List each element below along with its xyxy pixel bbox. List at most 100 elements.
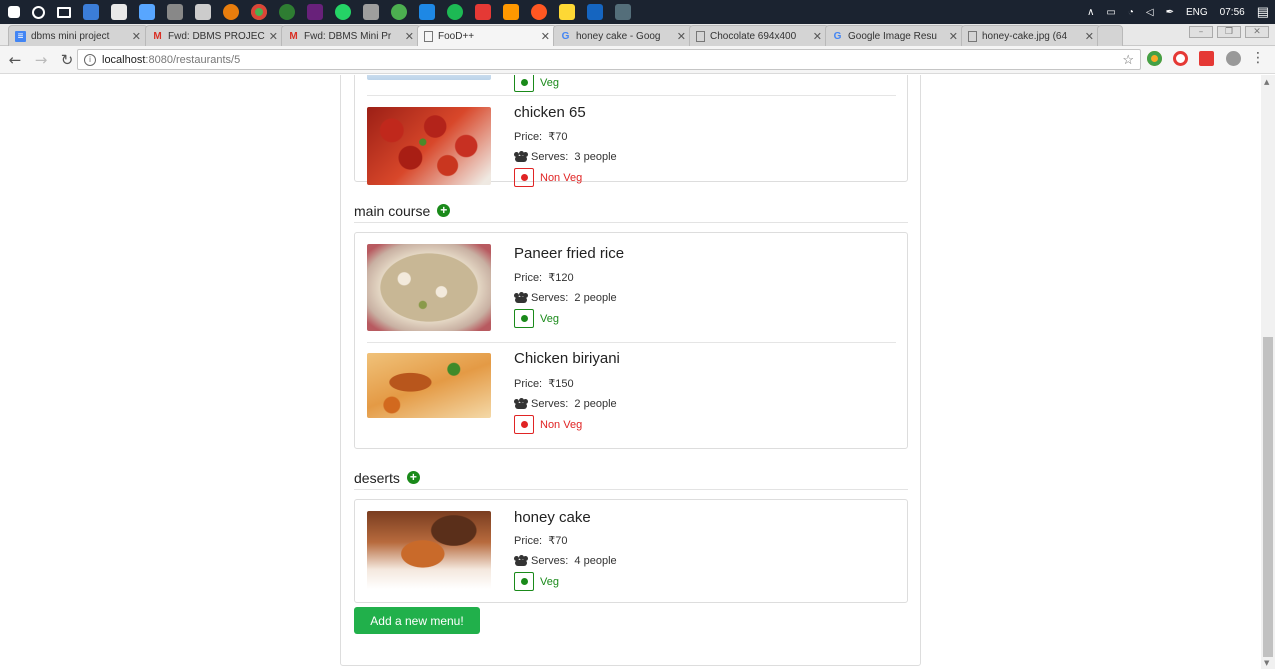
chevron-up-icon[interactable]: ∧ bbox=[1087, 7, 1094, 18]
app-icon[interactable] bbox=[195, 4, 211, 20]
tab-google-image-result[interactable]: G Google Image Resu ✕ bbox=[825, 25, 965, 46]
menu-item: Paneer fried rice Price: ₹120 Serves: 2 … bbox=[367, 233, 896, 341]
close-icon[interactable]: ✕ bbox=[541, 30, 550, 43]
app-icon[interactable] bbox=[615, 4, 631, 20]
forward-arrow-icon[interactable]: → bbox=[30, 49, 52, 71]
users-icon bbox=[514, 151, 528, 162]
app-icon[interactable] bbox=[475, 4, 491, 20]
scrollbar-thumb[interactable] bbox=[1263, 337, 1273, 657]
whatsapp-icon[interactable] bbox=[335, 4, 351, 20]
chrome-icon[interactable] bbox=[251, 4, 267, 20]
app-icon[interactable] bbox=[167, 4, 183, 20]
sublime-icon[interactable] bbox=[503, 4, 519, 20]
tab-honey-cake-jpg[interactable]: honey-cake.jpg (64 ✕ bbox=[961, 25, 1101, 46]
close-icon[interactable]: ✕ bbox=[132, 30, 141, 43]
app-icon[interactable] bbox=[83, 4, 99, 20]
veg-badge: Veg bbox=[514, 75, 559, 92]
notification-icon[interactable]: ▤ bbox=[1257, 4, 1269, 20]
dish-name: chicken 65 bbox=[514, 104, 586, 121]
language-indicator[interactable]: ENG bbox=[1186, 7, 1208, 18]
dish-serves: Serves: 2 people bbox=[514, 398, 617, 410]
windows-start-icon[interactable] bbox=[8, 6, 20, 18]
tab-dbms-mini-project[interactable]: ≡ dbms mini project ✕ bbox=[8, 25, 148, 46]
extension-icon[interactable] bbox=[1147, 51, 1162, 66]
wifi-icon[interactable]: ◔ bbox=[1128, 7, 1134, 18]
spotify-icon[interactable] bbox=[447, 4, 463, 20]
bookmark-star-icon[interactable]: ☆ bbox=[1122, 52, 1134, 68]
minimize-icon[interactable]: – bbox=[1189, 26, 1213, 38]
dish-name: Paneer fried rice bbox=[514, 245, 625, 262]
add-item-icon[interactable]: + bbox=[437, 204, 451, 217]
close-icon[interactable]: ✕ bbox=[1085, 30, 1094, 43]
menu-item: chicken 65 Price: ₹70 Serves: 3 people N… bbox=[367, 96, 896, 187]
blender-icon[interactable] bbox=[223, 4, 239, 20]
address-bar[interactable]: i localhost:8080/restaurants/5 ☆ bbox=[77, 49, 1141, 70]
dish-image bbox=[367, 75, 491, 80]
system-tray: ∧ ▭ ◔ ◁ ✒ ENG 07:56 ▤ bbox=[1081, 4, 1275, 20]
url-host: localhost bbox=[102, 53, 146, 66]
menu-item: honey cake Price: ₹70 Serves: 4 people V… bbox=[367, 500, 896, 602]
scroll-up-icon[interactable]: ▲ bbox=[1264, 78, 1269, 86]
close-icon[interactable]: ✕ bbox=[405, 30, 414, 43]
tab-fwd-dbms-project[interactable]: M Fwd: DBMS PROJEC ✕ bbox=[145, 25, 285, 46]
extension-icon[interactable] bbox=[1199, 51, 1214, 66]
dish-serves: Serves: 3 people bbox=[514, 151, 617, 163]
veg-badge: Veg bbox=[514, 309, 559, 328]
app-icon[interactable] bbox=[363, 4, 379, 20]
url-path: :8080/restaurants/5 bbox=[145, 53, 241, 66]
app-icon[interactable] bbox=[279, 4, 295, 20]
dish-image bbox=[367, 244, 491, 331]
users-icon bbox=[514, 555, 528, 566]
close-icon[interactable]: ✕ bbox=[269, 30, 278, 43]
nonveg-badge: Non Veg bbox=[514, 415, 582, 434]
extension-icon[interactable] bbox=[1226, 51, 1241, 66]
close-window-icon[interactable]: ✕ bbox=[1245, 26, 1269, 38]
nonveg-indicator-icon bbox=[514, 168, 534, 187]
mail-icon[interactable] bbox=[111, 4, 127, 20]
dish-image bbox=[367, 511, 491, 589]
clock[interactable]: 07:56 bbox=[1220, 7, 1245, 18]
dish-serves: Serves: 4 people bbox=[514, 555, 617, 567]
app-icon[interactable] bbox=[587, 4, 603, 20]
menu-card-deserts: honey cake Price: ₹70 Serves: 4 people V… bbox=[354, 499, 908, 603]
reload-icon[interactable]: ↻ bbox=[56, 49, 78, 71]
scroll-down-icon[interactable]: ▼ bbox=[1264, 659, 1269, 667]
users-icon bbox=[514, 292, 528, 303]
tab-honey-cake-google[interactable]: G honey cake - Goog ✕ bbox=[553, 25, 693, 46]
new-tab-button[interactable] bbox=[1097, 25, 1123, 46]
close-icon[interactable]: ✕ bbox=[949, 30, 958, 43]
restore-icon[interactable]: ❐ bbox=[1217, 26, 1241, 38]
opera-icon[interactable] bbox=[1173, 51, 1188, 66]
veg-badge: Veg bbox=[514, 572, 559, 591]
back-arrow-icon[interactable]: ← bbox=[4, 49, 26, 71]
tab-food[interactable]: FooD++ ✕ bbox=[417, 25, 557, 46]
visual-studio-icon[interactable] bbox=[307, 4, 323, 20]
page-viewport: Veg chicken 65 Price: ₹70 Serves: 3 peop… bbox=[0, 75, 1261, 669]
chrome-menu-icon[interactable]: ⋮ bbox=[1251, 51, 1265, 65]
volume-icon[interactable]: ◁ bbox=[1146, 7, 1154, 18]
menu-item: Chicken biriyani Price: ₹150 Serves: 2 p… bbox=[367, 343, 896, 448]
app-icon[interactable] bbox=[419, 4, 435, 20]
dish-name: honey cake bbox=[514, 509, 591, 526]
add-item-icon[interactable]: + bbox=[406, 471, 420, 484]
tab-fwd-dbms-mini[interactable]: M Fwd: DBMS Mini Pr ✕ bbox=[281, 25, 421, 46]
page-scrollbar[interactable]: ▲ ▼ bbox=[1261, 75, 1275, 669]
task-view-icon[interactable] bbox=[57, 6, 71, 18]
pen-icon[interactable]: ✒ bbox=[1166, 7, 1174, 18]
google-icon: G bbox=[561, 30, 570, 42]
app-icon[interactable] bbox=[531, 4, 547, 20]
menu-card-starters: Veg chicken 65 Price: ₹70 Serves: 3 peop… bbox=[354, 75, 908, 187]
close-icon[interactable]: ✕ bbox=[813, 30, 822, 43]
add-new-menu-button[interactable]: Add a new menu! bbox=[354, 607, 480, 634]
close-icon[interactable]: ✕ bbox=[677, 30, 686, 43]
cortana-icon[interactable] bbox=[32, 5, 45, 19]
app-icon[interactable] bbox=[139, 4, 155, 20]
browser-toolbar: ← → ↻ i localhost:8080/restaurants/5 ☆ ⋮ bbox=[0, 46, 1275, 74]
page-icon bbox=[696, 30, 705, 42]
app-icon[interactable] bbox=[391, 4, 407, 20]
battery-icon[interactable]: ▭ bbox=[1106, 7, 1115, 18]
dish-serves: Serves: 2 people bbox=[514, 292, 617, 304]
info-icon[interactable]: i bbox=[84, 53, 96, 66]
tab-chocolate[interactable]: Chocolate 694x400 ✕ bbox=[689, 25, 829, 46]
folder-icon[interactable] bbox=[559, 4, 575, 20]
